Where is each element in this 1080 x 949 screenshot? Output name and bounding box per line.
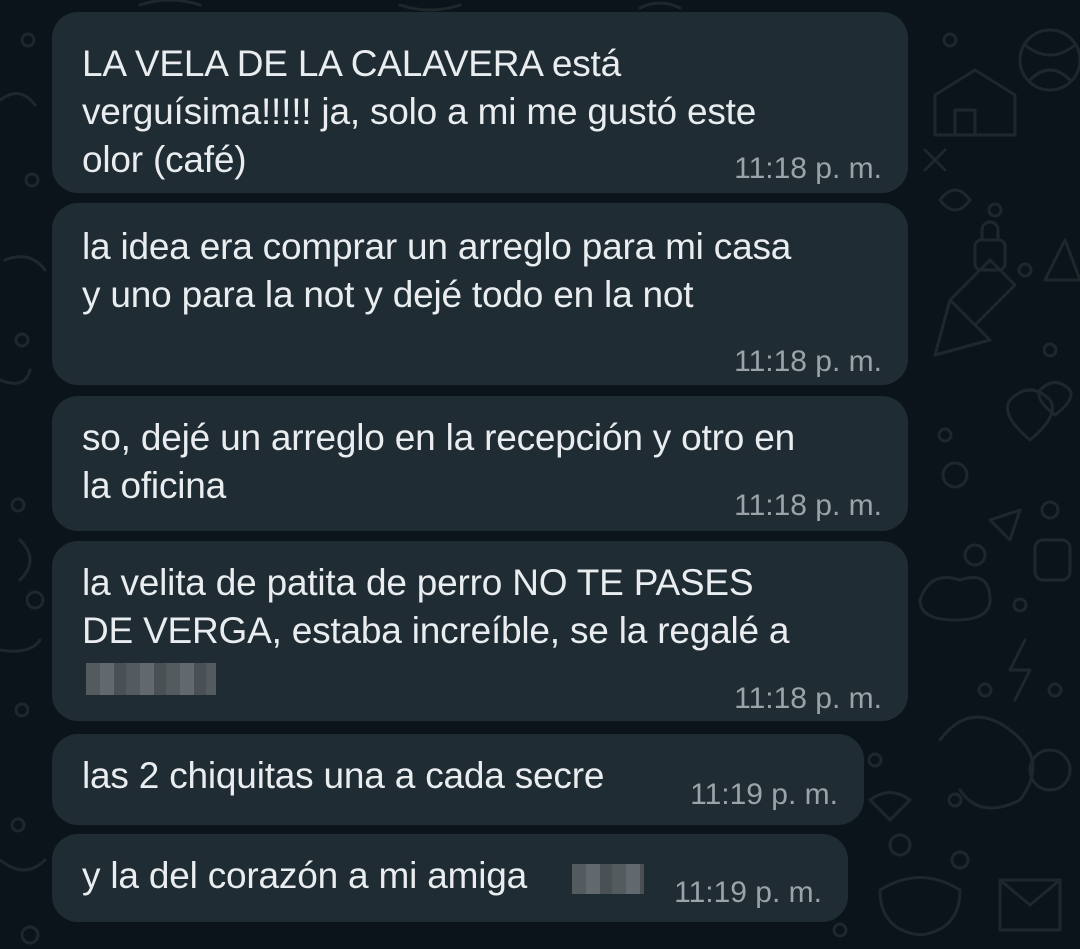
message-timestamp: 11:19 p. m. xyxy=(674,876,822,909)
message-bubble[interactable]: LA VELA DE LA CALAVERA está verguísima!!… xyxy=(52,12,908,193)
redacted-name xyxy=(572,864,644,894)
message-bubble[interactable]: y la del corazón a mi amiga 11:19 p. m. xyxy=(52,834,848,922)
message-bubble[interactable]: la idea era comprar un arreglo para mi c… xyxy=(52,203,908,385)
redacted-name xyxy=(86,663,216,695)
message-bubble[interactable]: las 2 chiquitas una a cada secre 11:19 p… xyxy=(52,734,864,825)
message-text: LA VELA DE LA CALAVERA está verguísima!!… xyxy=(82,43,757,180)
message-text: las 2 chiquitas una a cada secre xyxy=(82,755,605,796)
message-timestamp: 11:18 p. m. xyxy=(734,489,882,522)
message-timestamp: 11:18 p. m. xyxy=(734,345,882,378)
message-timestamp: 11:19 p. m. xyxy=(690,778,838,811)
message-bubble[interactable]: la velita de patita de perro NO TE PASES… xyxy=(52,541,908,721)
message-text: la velita de patita de perro NO TE PASES… xyxy=(82,562,790,651)
message-text: so, dejé un arreglo en la recepción y ot… xyxy=(82,417,795,506)
message-text: la idea era comprar un arreglo para mi c… xyxy=(82,226,792,315)
message-timestamp: 11:18 p. m. xyxy=(734,682,882,715)
message-timestamp: 11:18 p. m. xyxy=(734,152,882,185)
chat-conversation[interactable]: LA VELA DE LA CALAVERA está verguísima!!… xyxy=(0,0,1080,949)
message-text: y la del corazón a mi amiga xyxy=(82,855,527,896)
message-bubble[interactable]: so, dejé un arreglo en la recepción y ot… xyxy=(52,396,908,531)
